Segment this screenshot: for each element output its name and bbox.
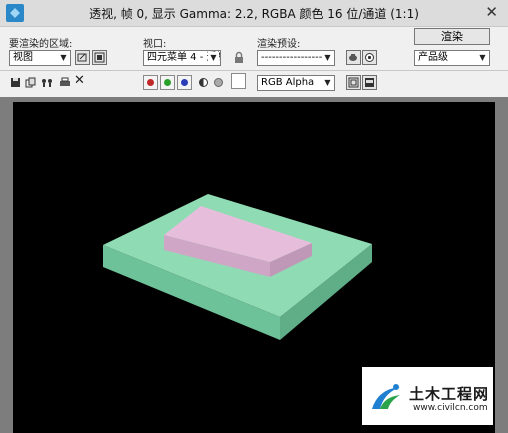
render-button[interactable]: 渲染 <box>414 28 490 45</box>
watermark: 土木工程网 www.civilcn.com <box>362 367 493 425</box>
close-icon[interactable]: ✕ <box>485 3 498 21</box>
viewport-label: 视口: <box>143 39 167 50</box>
green-channel-icon <box>164 79 171 86</box>
chevron-down-icon: ▼ <box>208 52 219 64</box>
save-image-icon[interactable] <box>10 77 21 88</box>
green-channel-button[interactable] <box>160 75 175 90</box>
area-select-value: 视图 <box>13 52 33 63</box>
separator <box>0 70 508 71</box>
teapot-icon <box>349 54 357 61</box>
auto-region-icon <box>94 52 105 63</box>
blue-channel-icon <box>181 79 188 86</box>
chevron-down-icon: ▼ <box>58 52 69 64</box>
watermark-title: 土木工程网 <box>409 385 490 403</box>
channel-select[interactable]: RGB Alpha ▼ <box>257 75 335 91</box>
print-icon[interactable] <box>59 77 70 88</box>
watermark-url: www.civilcn.com <box>413 403 488 413</box>
watermark-logo-icon <box>372 384 400 409</box>
environment-icon <box>365 53 374 62</box>
display-toggle-icon <box>348 77 359 88</box>
environment-button[interactable] <box>362 50 377 65</box>
lock-icon <box>235 51 243 63</box>
edit-region-button[interactable] <box>75 50 90 65</box>
chevron-down-icon: ▼ <box>322 77 333 89</box>
title-bar: 透视, 帧 0, 显示 Gamma: 2.2, RGBA 颜色 16 位/通道 … <box>0 0 508 27</box>
toolbar-toggle-button[interactable] <box>362 75 377 90</box>
monochrome-icon[interactable] <box>213 77 224 88</box>
viewport-select[interactable]: 四元菜单 4 - 透视 ▼ <box>143 50 221 66</box>
chevron-down-icon: ▼ <box>477 52 488 64</box>
preset-select-value: ------------------- <box>261 52 330 63</box>
quality-select-value: 产品级 <box>418 52 448 63</box>
preset-select[interactable]: ------------------- ▼ <box>257 50 335 66</box>
lock-button[interactable] <box>232 50 247 65</box>
red-channel-button[interactable] <box>143 75 158 90</box>
clone-window-icon[interactable] <box>41 77 52 88</box>
display-toggle-button[interactable] <box>346 75 361 90</box>
preset-label: 渲染预设: <box>257 39 301 50</box>
edit-region-icon <box>77 53 87 62</box>
copy-image-icon[interactable] <box>25 77 36 88</box>
blue-channel-button[interactable] <box>177 75 192 90</box>
clear-icon[interactable]: ✕ <box>74 73 85 88</box>
quality-select[interactable]: 产品级 ▼ <box>414 50 490 66</box>
chevron-down-icon: ▼ <box>322 52 333 64</box>
auto-region-button[interactable] <box>92 50 107 65</box>
channel-select-value: RGB Alpha <box>261 77 315 88</box>
alpha-channel-icon[interactable] <box>198 77 209 88</box>
color-swatch[interactable] <box>231 73 246 89</box>
render-setup-button[interactable] <box>346 50 361 65</box>
toolbar-toggle-icon <box>365 78 374 87</box>
area-label: 要渲染的区域: <box>9 39 73 50</box>
window-title: 透视, 帧 0, 显示 Gamma: 2.2, RGBA 颜色 16 位/通道 … <box>89 7 419 21</box>
red-channel-icon <box>147 79 154 86</box>
area-select[interactable]: 视图 ▼ <box>9 50 71 66</box>
